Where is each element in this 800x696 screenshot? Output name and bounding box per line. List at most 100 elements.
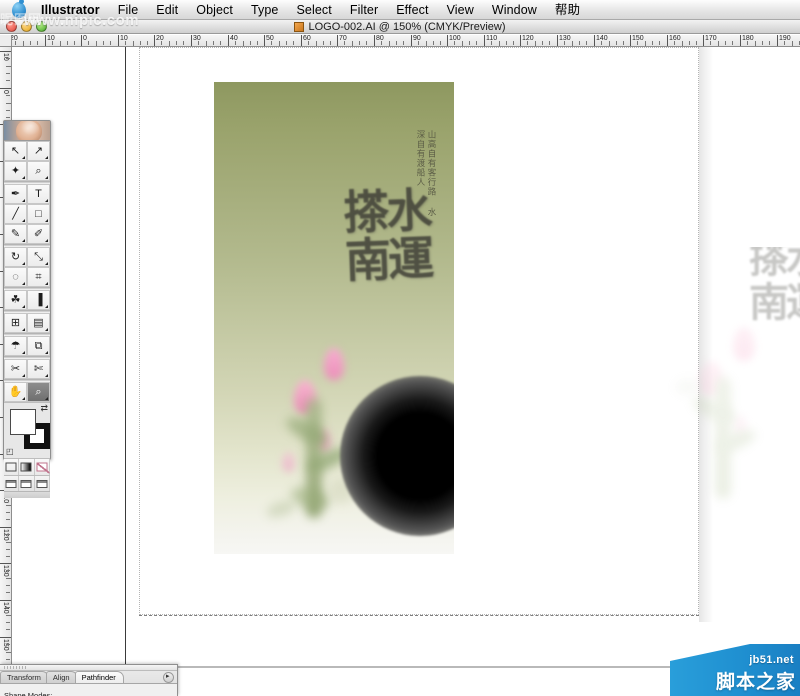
ruler-label: 20 bbox=[156, 35, 164, 42]
mesh-tool[interactable]: ⊞ bbox=[4, 313, 27, 333]
full-screen-mode-button[interactable] bbox=[34, 476, 50, 491]
scissors-tool-icon: ✄ bbox=[33, 362, 44, 375]
tools-panel-header[interactable] bbox=[4, 121, 50, 141]
ruler-minor-tick bbox=[103, 41, 104, 45]
full-screen-with-menu-button[interactable] bbox=[19, 476, 35, 491]
tab-pathfinder[interactable]: Pathfinder bbox=[74, 671, 124, 683]
gradient-mode-button[interactable] bbox=[19, 459, 35, 475]
ruler-minor-tick bbox=[6, 570, 10, 571]
zoom-window-button[interactable] bbox=[36, 21, 47, 32]
eyedropper-tool[interactable]: ☂ bbox=[4, 336, 27, 356]
color-mode-button[interactable] bbox=[4, 459, 20, 475]
tab-transform[interactable]: Transform bbox=[0, 671, 49, 683]
tool-flyout-indicator bbox=[45, 239, 48, 242]
horizontal-ruler[interactable]: 20 10 0 10 20 30 40 50 60 70 80 90 100 110 120 130 140 15… bbox=[0, 35, 800, 47]
ruler-minor-tick bbox=[535, 41, 536, 46]
fill-swatch[interactable] bbox=[10, 409, 36, 435]
pencil-tool[interactable]: ✐ bbox=[27, 224, 50, 244]
menu-object[interactable]: Object bbox=[187, 0, 242, 20]
artwork-copy[interactable]: 搽水南運 bbox=[667, 247, 800, 547]
illustrator-window: 20 10 0 10 20 30 40 50 60 70 80 90 100 110 120 130 140 15… bbox=[0, 0, 800, 696]
menu-edit[interactable]: Edit bbox=[147, 0, 187, 20]
tool-flyout-indicator bbox=[22, 328, 25, 331]
gradient-tool[interactable]: ▤ bbox=[27, 313, 50, 333]
hand-tool[interactable]: ✋ bbox=[4, 382, 27, 402]
tools-grid: ↖ ↗ ✦ ⌕ ✒ T ╱ □ ✎ ✐ ↻ ⤡ ◌ ⌗ ☘ ▐ ⊞ ▤ ☂ ⧉ ✂ ✄ ✋ ⌕ bbox=[4, 141, 50, 402]
minimize-button[interactable] bbox=[21, 21, 32, 32]
ruler-minor-tick bbox=[755, 41, 756, 46]
ruler-label: 0 bbox=[83, 35, 87, 42]
ruler-minor-tick bbox=[359, 41, 360, 45]
slice-tool[interactable]: ✂ bbox=[4, 359, 27, 379]
menu-view[interactable]: View bbox=[438, 0, 483, 20]
blend-tool[interactable]: ⧉ bbox=[27, 336, 50, 356]
scissors-tool[interactable]: ✄ bbox=[27, 359, 50, 379]
document-title-bar[interactable]: LOGO-002.AI @ 150% (CMYK/Preview) bbox=[0, 20, 800, 34]
menu-window[interactable]: Window bbox=[483, 0, 546, 20]
horizontal-scrollbar[interactable] bbox=[178, 666, 778, 668]
ruler-minor-tick bbox=[6, 117, 10, 118]
lasso-tool[interactable]: ⌕ bbox=[27, 161, 50, 181]
menu-file[interactable]: File bbox=[109, 0, 148, 20]
rotate-tool-icon: ↻ bbox=[10, 250, 21, 263]
ruler-minor-tick bbox=[579, 41, 580, 45]
column-graph-tool[interactable]: ▐ bbox=[27, 290, 50, 310]
ruler-minor-tick bbox=[6, 556, 10, 557]
panel-menu-icon[interactable] bbox=[163, 672, 174, 683]
ruler-minor-tick bbox=[110, 41, 111, 45]
apple-menu-icon[interactable] bbox=[6, 0, 32, 19]
direct-selection-tool[interactable]: ↗ bbox=[27, 141, 50, 161]
swap-fill-stroke-icon[interactable]: ⇄ bbox=[40, 403, 48, 414]
pathfinder-panel[interactable]: Transform Align Pathfinder Shape Modes: bbox=[0, 664, 178, 696]
selection-tool[interactable]: ↖ bbox=[4, 141, 27, 161]
document-canvas[interactable]: 搽水南運 山高自有客行路 水深自有渡船人 搽水南運 bbox=[12, 47, 800, 696]
ruler-minor-tick bbox=[308, 41, 309, 45]
tool-flyout-indicator bbox=[22, 351, 25, 354]
screen-mode-row bbox=[4, 475, 50, 491]
ruler-minor-tick bbox=[176, 41, 177, 45]
tool-flyout-indicator bbox=[22, 305, 25, 308]
line-segment-tool[interactable]: ╱ bbox=[4, 204, 27, 224]
type-tool[interactable]: T bbox=[27, 184, 50, 204]
menu-select[interactable]: Select bbox=[287, 0, 340, 20]
paintbrush-tool[interactable]: ✎ bbox=[4, 224, 27, 244]
pen-tool[interactable]: ✒ bbox=[4, 184, 27, 204]
ruler-origin-corner[interactable] bbox=[0, 35, 12, 47]
ruler-major-tick bbox=[0, 51, 11, 52]
symbol-sprayer-tool[interactable]: ☘ bbox=[4, 290, 27, 310]
rectangle-tool[interactable]: □ bbox=[27, 204, 50, 224]
none-mode-button[interactable] bbox=[34, 459, 50, 475]
ruler-minor-tick bbox=[74, 41, 75, 45]
scale-tool[interactable]: ⤡ bbox=[27, 247, 50, 267]
fill-stroke-swatches[interactable]: ⇄ ◰ bbox=[4, 402, 50, 458]
tool-flyout-indicator bbox=[45, 199, 48, 202]
menu-effect[interactable]: Effect bbox=[387, 0, 437, 20]
tool-flyout-indicator bbox=[45, 305, 48, 308]
tab-align[interactable]: Align bbox=[45, 671, 78, 683]
panel-tabs: Transform Align Pathfinder bbox=[0, 671, 177, 683]
ruler-minor-tick bbox=[6, 512, 10, 513]
ruler-minor-tick bbox=[316, 41, 317, 46]
menu-type[interactable]: Type bbox=[242, 0, 288, 20]
rotate-tool[interactable]: ↻ bbox=[4, 247, 27, 267]
menu-illustrator[interactable]: Illustrator bbox=[32, 0, 109, 20]
ruler-minor-tick bbox=[250, 41, 251, 45]
magic-wand-tool[interactable]: ✦ bbox=[4, 161, 27, 181]
menu-filter[interactable]: Filter bbox=[341, 0, 387, 20]
tools-panel[interactable]: ↖ ↗ ✦ ⌕ ✒ T ╱ □ ✎ ✐ ↻ ⤡ ◌ ⌗ ☘ ▐ ⊞ ▤ ☂ ⧉ ✂ ✄ ✋ ⌕ ⇄ ◰ bbox=[3, 120, 51, 498]
ruler-minor-tick bbox=[403, 41, 404, 45]
zoom-tool[interactable]: ⌕ bbox=[27, 382, 50, 402]
ruler-minor-tick bbox=[433, 41, 434, 45]
artwork-main[interactable]: 搽水南運 山高自有客行路 水深自有渡船人 bbox=[214, 82, 454, 554]
free-transform-tool-icon: ⌗ bbox=[35, 270, 42, 283]
apple-glyph-icon bbox=[12, 0, 26, 18]
ruler-minor-tick bbox=[6, 519, 10, 520]
free-transform-tool[interactable]: ⌗ bbox=[27, 267, 50, 287]
gradient-tool-icon: ▤ bbox=[33, 316, 44, 329]
close-button[interactable] bbox=[6, 21, 17, 32]
tool-flyout-indicator bbox=[22, 176, 25, 179]
menu-help[interactable]: 帮助 bbox=[546, 0, 589, 20]
default-fill-stroke-icon[interactable]: ◰ bbox=[6, 447, 14, 456]
standard-screen-mode-button[interactable] bbox=[4, 476, 20, 491]
warp-tool[interactable]: ◌ bbox=[4, 267, 27, 287]
